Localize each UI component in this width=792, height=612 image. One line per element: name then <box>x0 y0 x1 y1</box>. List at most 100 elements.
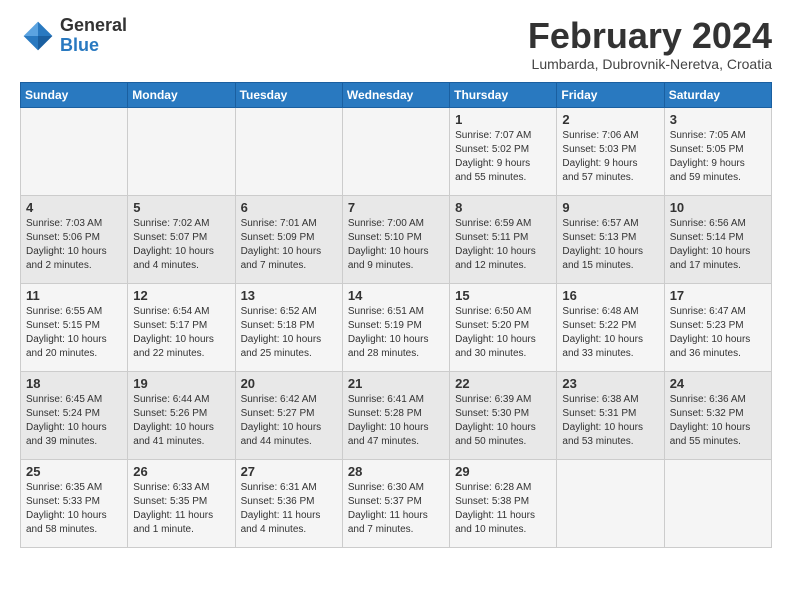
day-number: 3 <box>670 112 766 127</box>
day-number: 16 <box>562 288 658 303</box>
calendar-cell: 21 Sunrise: 6:41 AM Sunset: 5:28 PM Dayli… <box>342 371 449 459</box>
day-info: Sunrise: 6:28 AM Sunset: 5:38 PM Dayligh… <box>455 481 551 537</box>
calendar-cell <box>235 107 342 195</box>
day-info: Sunrise: 6:33 AM Sunset: 5:35 PM Dayligh… <box>133 481 229 537</box>
calendar-cell <box>21 107 128 195</box>
day-number: 15 <box>455 288 551 303</box>
day-number: 13 <box>241 288 337 303</box>
logo-icon <box>20 18 56 54</box>
calendar-cell: 19 Sunrise: 6:44 AM Sunset: 5:26 PM Dayli… <box>128 371 235 459</box>
day-number: 23 <box>562 376 658 391</box>
calendar-cell <box>557 459 664 547</box>
calendar-cell: 6 Sunrise: 7:01 AM Sunset: 5:09 PM Daylig… <box>235 195 342 283</box>
day-info: Sunrise: 6:52 AM Sunset: 5:18 PM Dayligh… <box>241 305 337 361</box>
calendar-cell: 27 Sunrise: 6:31 AM Sunset: 5:36 PM Dayli… <box>235 459 342 547</box>
header-friday: Friday <box>557 82 664 107</box>
day-info: Sunrise: 6:35 AM Sunset: 5:33 PM Dayligh… <box>26 481 122 537</box>
day-info: Sunrise: 7:02 AM Sunset: 5:07 PM Dayligh… <box>133 217 229 273</box>
calendar-cell <box>128 107 235 195</box>
calendar-cell: 17Sunrise: 6:47 AM Sunset: 5:23 PM Dayli… <box>664 283 771 371</box>
day-number: 28 <box>348 464 444 479</box>
calendar-cell: 1 Sunrise: 7:07 AM Sunset: 5:02 PM Daylig… <box>450 107 557 195</box>
calendar-cell: 23 Sunrise: 6:38 AM Sunset: 5:31 PM Dayli… <box>557 371 664 459</box>
calendar-week-row: 1 Sunrise: 7:07 AM Sunset: 5:02 PM Daylig… <box>21 107 772 195</box>
day-number: 29 <box>455 464 551 479</box>
calendar-cell: 25Sunrise: 6:35 AM Sunset: 5:33 PM Dayli… <box>21 459 128 547</box>
day-info: Sunrise: 7:03 AM Sunset: 5:06 PM Dayligh… <box>26 217 122 273</box>
day-number: 11 <box>26 288 122 303</box>
page-header: General Blue February 2024 Lumbarda, Dub… <box>20 16 772 72</box>
day-info: Sunrise: 6:55 AM Sunset: 5:15 PM Dayligh… <box>26 305 122 361</box>
day-number: 14 <box>348 288 444 303</box>
calendar-cell: 18 Sunrise: 6:45 AM Sunset: 5:24 PM Dayli… <box>21 371 128 459</box>
calendar-week-row: 18 Sunrise: 6:45 AM Sunset: 5:24 PM Dayli… <box>21 371 772 459</box>
calendar-cell <box>342 107 449 195</box>
calendar-table: SundayMondayTuesdayWednesdayThursdayFrid… <box>20 82 772 548</box>
day-info: Sunrise: 6:56 AM Sunset: 5:14 PM Dayligh… <box>670 217 766 273</box>
calendar-cell: 29 Sunrise: 6:28 AM Sunset: 5:38 PM Dayli… <box>450 459 557 547</box>
calendar-cell: 2Sunrise: 7:06 AM Sunset: 5:03 PM Daylig… <box>557 107 664 195</box>
day-number: 20 <box>241 376 337 391</box>
calendar-cell: 26 Sunrise: 6:33 AM Sunset: 5:35 PM Dayli… <box>128 459 235 547</box>
calendar-week-row: 4Sunrise: 7:03 AM Sunset: 5:06 PM Daylig… <box>21 195 772 283</box>
calendar-cell: 8 Sunrise: 6:59 AM Sunset: 5:11 PM Daylig… <box>450 195 557 283</box>
logo-blue: Blue <box>60 36 127 56</box>
day-info: Sunrise: 6:59 AM Sunset: 5:11 PM Dayligh… <box>455 217 551 273</box>
day-number: 9 <box>562 200 658 215</box>
calendar-cell: 14Sunrise: 6:51 AM Sunset: 5:19 PM Dayli… <box>342 283 449 371</box>
day-info: Sunrise: 7:07 AM Sunset: 5:02 PM Dayligh… <box>455 129 551 185</box>
header-tuesday: Tuesday <box>235 82 342 107</box>
day-info: Sunrise: 6:36 AM Sunset: 5:32 PM Dayligh… <box>670 393 766 449</box>
day-number: 19 <box>133 376 229 391</box>
day-info: Sunrise: 7:00 AM Sunset: 5:10 PM Dayligh… <box>348 217 444 273</box>
calendar-week-row: 11 Sunrise: 6:55 AM Sunset: 5:15 PM Dayli… <box>21 283 772 371</box>
day-number: 12 <box>133 288 229 303</box>
calendar-cell: 24Sunrise: 6:36 AM Sunset: 5:32 PM Dayli… <box>664 371 771 459</box>
calendar-cell: 3 Sunrise: 7:05 AM Sunset: 5:05 PM Daylig… <box>664 107 771 195</box>
day-number: 27 <box>241 464 337 479</box>
calendar-cell: 16 Sunrise: 6:48 AM Sunset: 5:22 PM Dayli… <box>557 283 664 371</box>
day-number: 5 <box>133 200 229 215</box>
title-block: February 2024 Lumbarda, Dubrovnik-Neretv… <box>528 16 772 72</box>
logo-general: General <box>60 16 127 36</box>
day-info: Sunrise: 6:30 AM Sunset: 5:37 PM Dayligh… <box>348 481 444 537</box>
day-number: 22 <box>455 376 551 391</box>
calendar-header-row: SundayMondayTuesdayWednesdayThursdayFrid… <box>21 82 772 107</box>
calendar-cell: 7 Sunrise: 7:00 AM Sunset: 5:10 PM Daylig… <box>342 195 449 283</box>
location-subtitle: Lumbarda, Dubrovnik-Neretva, Croatia <box>528 56 772 72</box>
calendar-cell: 11 Sunrise: 6:55 AM Sunset: 5:15 PM Dayli… <box>21 283 128 371</box>
day-number: 1 <box>455 112 551 127</box>
day-number: 7 <box>348 200 444 215</box>
day-number: 21 <box>348 376 444 391</box>
header-sunday: Sunday <box>21 82 128 107</box>
header-saturday: Saturday <box>664 82 771 107</box>
day-number: 17 <box>670 288 766 303</box>
calendar-cell: 12Sunrise: 6:54 AM Sunset: 5:17 PM Dayli… <box>128 283 235 371</box>
calendar-cell: 4Sunrise: 7:03 AM Sunset: 5:06 PM Daylig… <box>21 195 128 283</box>
logo: General Blue <box>20 16 127 56</box>
day-info: Sunrise: 6:45 AM Sunset: 5:24 PM Dayligh… <box>26 393 122 449</box>
day-number: 18 <box>26 376 122 391</box>
calendar-cell: 5 Sunrise: 7:02 AM Sunset: 5:07 PM Daylig… <box>128 195 235 283</box>
day-number: 6 <box>241 200 337 215</box>
calendar-cell <box>664 459 771 547</box>
day-info: Sunrise: 7:05 AM Sunset: 5:05 PM Dayligh… <box>670 129 766 185</box>
day-info: Sunrise: 7:01 AM Sunset: 5:09 PM Dayligh… <box>241 217 337 273</box>
day-info: Sunrise: 6:38 AM Sunset: 5:31 PM Dayligh… <box>562 393 658 449</box>
day-number: 8 <box>455 200 551 215</box>
day-info: Sunrise: 6:41 AM Sunset: 5:28 PM Dayligh… <box>348 393 444 449</box>
day-number: 10 <box>670 200 766 215</box>
day-number: 26 <box>133 464 229 479</box>
day-info: Sunrise: 6:31 AM Sunset: 5:36 PM Dayligh… <box>241 481 337 537</box>
header-monday: Monday <box>128 82 235 107</box>
day-number: 2 <box>562 112 658 127</box>
calendar-cell: 13 Sunrise: 6:52 AM Sunset: 5:18 PM Dayli… <box>235 283 342 371</box>
calendar-cell: 15Sunrise: 6:50 AM Sunset: 5:20 PM Dayli… <box>450 283 557 371</box>
calendar-cell: 10 Sunrise: 6:56 AM Sunset: 5:14 PM Dayli… <box>664 195 771 283</box>
header-thursday: Thursday <box>450 82 557 107</box>
day-info: Sunrise: 6:44 AM Sunset: 5:26 PM Dayligh… <box>133 393 229 449</box>
day-info: Sunrise: 6:48 AM Sunset: 5:22 PM Dayligh… <box>562 305 658 361</box>
calendar-cell: 9Sunrise: 6:57 AM Sunset: 5:13 PM Daylig… <box>557 195 664 283</box>
calendar-cell: 28 Sunrise: 6:30 AM Sunset: 5:37 PM Dayli… <box>342 459 449 547</box>
header-wednesday: Wednesday <box>342 82 449 107</box>
